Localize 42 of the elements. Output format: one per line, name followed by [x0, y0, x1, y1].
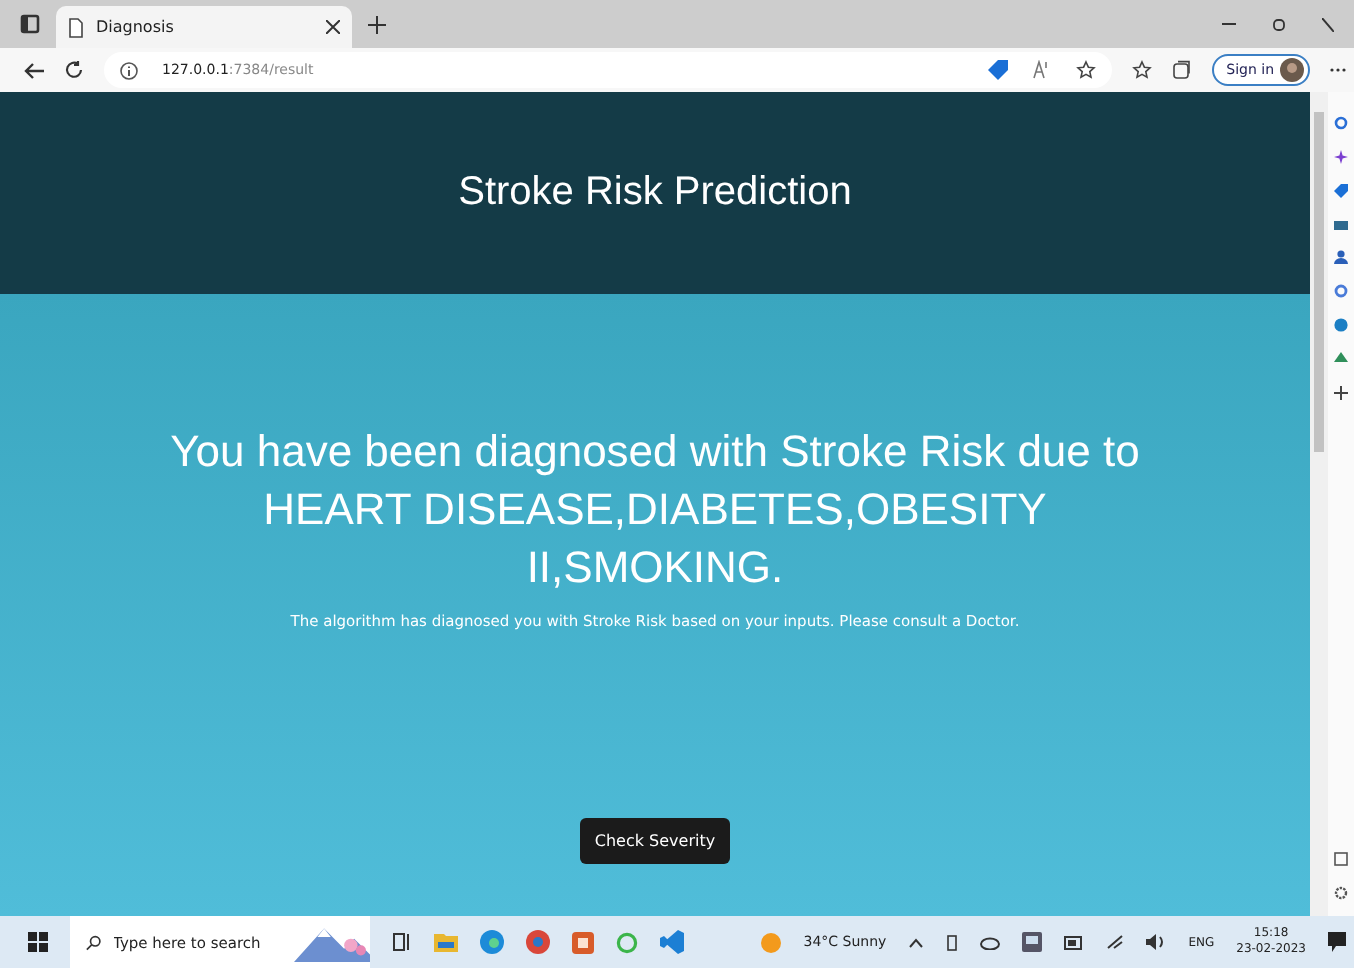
- battery-icon[interactable]: [1064, 935, 1085, 949]
- notification-icon[interactable]: [1328, 932, 1346, 952]
- info-icon: [120, 61, 138, 79]
- collections-icon[interactable]: [1172, 60, 1193, 80]
- back-icon[interactable]: [24, 61, 44, 79]
- add-icon[interactable]: [1334, 386, 1348, 400]
- browser-icon[interactable]: [526, 930, 550, 954]
- speaker-icon[interactable]: [1146, 934, 1167, 950]
- windows-icon[interactable]: [28, 932, 48, 952]
- avatar-icon: [1280, 58, 1304, 82]
- restore-icon[interactable]: [1272, 17, 1286, 31]
- tag-icon[interactable]: [988, 60, 1009, 80]
- task-view-icon[interactable]: [392, 932, 412, 952]
- sparkle-icon[interactable]: [1334, 150, 1348, 164]
- favorites-icon[interactable]: [1132, 60, 1153, 80]
- sidebar-toggle-icon[interactable]: [1334, 852, 1348, 866]
- browser-tab[interactable]: Diagnosis: [56, 6, 352, 48]
- scroll-thumb[interactable]: [1314, 112, 1324, 452]
- tab-title: Diagnosis: [96, 18, 176, 36]
- search-icon: [86, 933, 102, 951]
- presentation-icon[interactable]: [572, 931, 594, 953]
- browser-icon[interactable]: [480, 930, 504, 954]
- check-severity-button[interactable]: Check Severity: [580, 818, 730, 864]
- header-title: Stroke Risk Prediction: [458, 170, 852, 216]
- code-editor-icon[interactable]: [660, 930, 684, 954]
- ring-icon[interactable]: [1334, 284, 1348, 298]
- refresh-icon[interactable]: [64, 60, 84, 80]
- settings-icon[interactable]: [1334, 886, 1348, 900]
- new-tab-icon[interactable]: [368, 15, 386, 33]
- favorite-add-icon[interactable]: [1076, 60, 1097, 80]
- scrollbar[interactable]: [1310, 92, 1328, 916]
- folder-icon[interactable]: [434, 932, 458, 952]
- read-aloud-icon[interactable]: [1032, 60, 1053, 80]
- chevron-up-icon[interactable]: [908, 937, 925, 947]
- person-icon[interactable]: [1334, 250, 1348, 264]
- search-icon[interactable]: [1334, 116, 1348, 130]
- minimize-icon[interactable]: [1222, 22, 1236, 26]
- diagnosis-heading: You have been diagnosed with Stroke Risk due to HEART DISEASE,DIABETES,OBESITY II,SMOKING.: [168, 424, 1142, 596]
- tab-actions-icon[interactable]: [20, 14, 40, 34]
- page-icon: [68, 17, 84, 37]
- tag-icon[interactable]: [1334, 184, 1348, 198]
- app-icon[interactable]: [1022, 932, 1043, 952]
